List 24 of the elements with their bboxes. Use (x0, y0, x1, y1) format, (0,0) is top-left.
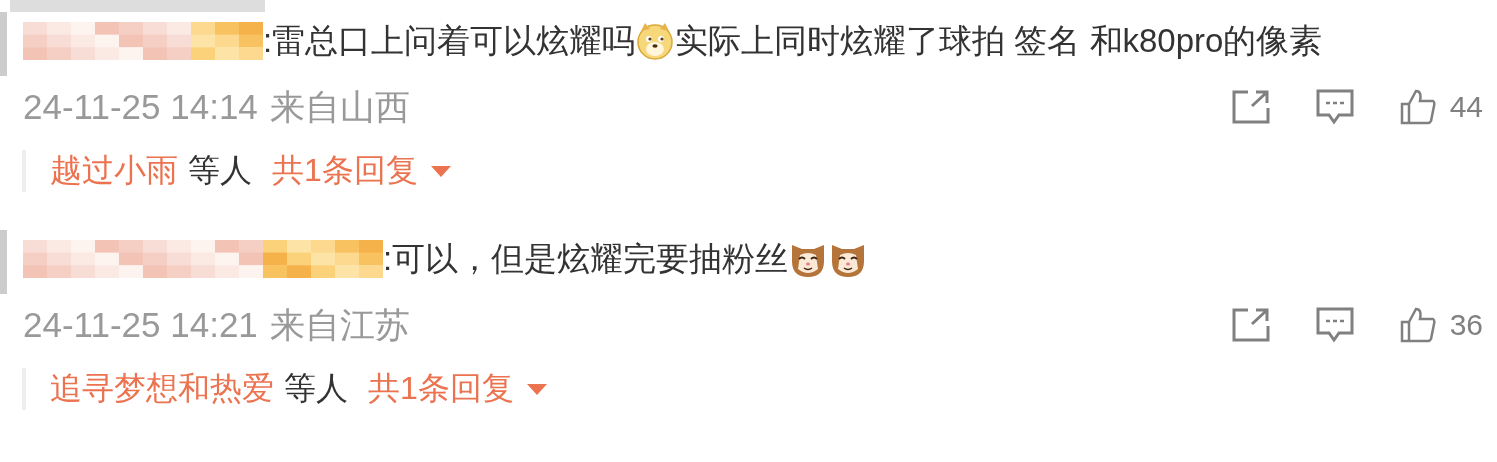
dog-emoji-icon (635, 21, 676, 61)
caret-down-icon[interactable] (525, 383, 548, 395)
caret-down-icon[interactable] (429, 165, 452, 177)
comment-location: 来自山西 (269, 85, 410, 128)
comment-icon[interactable] (1315, 89, 1354, 125)
share-icon[interactable] (1231, 90, 1270, 124)
like-count: 36 (1449, 308, 1483, 342)
thumbs-up-icon[interactable] (1399, 89, 1436, 125)
comment-text: 实际上同时炫耀了球拍 签名 和k80pro的像素 (675, 20, 1323, 61)
comment-icon[interactable] (1315, 307, 1354, 343)
reply-username[interactable]: 追寻梦想和热爱 (50, 367, 274, 411)
reply-count-link[interactable]: 共1条回复 (272, 149, 418, 193)
comment-text: :雷总口上问着可以炫耀吗 (263, 20, 636, 61)
reply-others-label: 等人 (188, 151, 252, 190)
reply-count-link[interactable]: 共1条回复 (368, 367, 514, 411)
like-count: 44 (1449, 90, 1483, 124)
thumbs-up-icon[interactable] (1399, 307, 1436, 343)
comment-text: :可以，但是炫耀完要抽粉丝 (383, 238, 789, 279)
share-icon[interactable] (1231, 308, 1270, 342)
comment-location: 来自江苏 (269, 303, 410, 346)
reply-username[interactable]: 越过小雨 (50, 149, 178, 193)
comment-time: 24-11-25 14:14 (23, 87, 258, 127)
reply-others-label: 等人 (284, 369, 348, 408)
comment-time: 24-11-25 14:21 (23, 305, 258, 345)
